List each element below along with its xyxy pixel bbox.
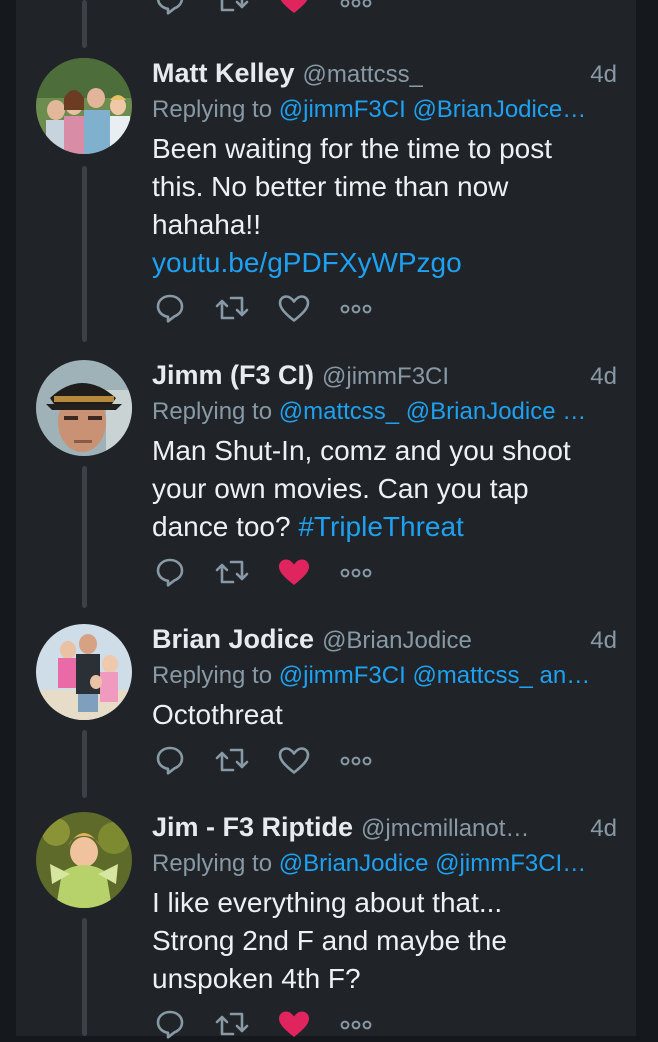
tweet-text-line: I like everything about that... bbox=[152, 887, 503, 918]
reply-icon[interactable] bbox=[152, 0, 188, 18]
reply-icon[interactable] bbox=[152, 554, 188, 590]
retweet-icon[interactable] bbox=[214, 1006, 250, 1042]
more-icon[interactable] bbox=[340, 1018, 372, 1036]
thread-line bbox=[82, 0, 87, 48]
thread-line bbox=[82, 918, 87, 1036]
retweet-icon[interactable] bbox=[214, 742, 250, 778]
tweet-text-line: Strong 2nd F and maybe the bbox=[152, 925, 507, 956]
reply-icon[interactable] bbox=[152, 742, 188, 778]
user-handle[interactable]: @jimmF3CI bbox=[322, 363, 449, 391]
retweet-icon[interactable] bbox=[214, 554, 250, 590]
replying-prefix: Replying to bbox=[152, 398, 273, 425]
replying-to: Replying to @mattcss_ @BrianJodice … bbox=[152, 398, 614, 426]
user-handle[interactable]: @mattcss_ bbox=[303, 61, 423, 89]
more-icon[interactable] bbox=[340, 302, 372, 320]
display-name[interactable]: Matt Kelley bbox=[152, 58, 295, 89]
replying-prefix: Replying to bbox=[152, 850, 273, 877]
reply-icon[interactable] bbox=[152, 1006, 188, 1042]
replying-prefix: Replying to bbox=[152, 662, 273, 689]
avatar[interactable] bbox=[36, 624, 132, 720]
replying-to: Replying to @jimmF3CI @mattcss_ an… bbox=[152, 662, 614, 690]
tweet-text-line: dance too? #TripleThreat bbox=[152, 508, 622, 546]
more-icon[interactable] bbox=[340, 754, 372, 772]
tweet-text-segment: dance too? bbox=[152, 511, 291, 542]
timestamp[interactable]: 4d bbox=[580, 61, 617, 89]
timestamp[interactable]: 4d bbox=[580, 363, 617, 391]
user-handle[interactable]: @BrianJodice bbox=[322, 627, 472, 655]
tweet-text: Octothreat bbox=[152, 696, 622, 734]
display-name[interactable]: Jimm (F3 CI) bbox=[152, 360, 314, 391]
heart-icon[interactable] bbox=[276, 0, 312, 18]
tweet-text-line: unspoken 4th F? bbox=[152, 963, 361, 994]
replying-to-users[interactable]: @BrianJodice @jimmF3CI… bbox=[279, 850, 586, 877]
heart-icon[interactable] bbox=[276, 554, 312, 590]
tweet-link[interactable]: youtu.be/gPDFXyWPzgo bbox=[152, 244, 622, 282]
tweet-text-line: Been waiting for the time to post bbox=[152, 133, 552, 164]
tweet-text-line: Octothreat bbox=[152, 699, 283, 730]
more-icon[interactable] bbox=[340, 566, 372, 584]
thread-line bbox=[82, 166, 87, 342]
tweet-text-line: Man Shut-In, comz and you shoot bbox=[152, 435, 571, 466]
heart-icon[interactable] bbox=[276, 290, 312, 326]
replying-to-users[interactable]: @jimmF3CI @mattcss_ an… bbox=[279, 662, 590, 689]
display-name[interactable]: Brian Jodice bbox=[152, 624, 314, 655]
user-handle[interactable]: @jmcmillanot… bbox=[361, 815, 529, 843]
tweet-text-line: your own movies. Can you tap bbox=[152, 473, 529, 504]
heart-icon[interactable] bbox=[276, 1006, 312, 1042]
replying-prefix: Replying to bbox=[152, 96, 273, 123]
tweet-text: Been waiting for the time to post this. … bbox=[152, 130, 622, 282]
tweet-text: Man Shut-In, comz and you shoot your own… bbox=[152, 432, 622, 546]
retweet-icon[interactable] bbox=[214, 0, 250, 18]
reply-icon[interactable] bbox=[152, 290, 188, 326]
more-icon[interactable] bbox=[340, 0, 372, 14]
timestamp[interactable]: 4d bbox=[580, 815, 617, 843]
tweet-text-line: hahaha!! bbox=[152, 209, 261, 240]
retweet-icon[interactable] bbox=[214, 290, 250, 326]
thread-line bbox=[82, 730, 87, 798]
replying-to: Replying to @BrianJodice @jimmF3CI… bbox=[152, 850, 614, 878]
tweet-text: I like everything about that... Strong 2… bbox=[152, 884, 622, 998]
avatar[interactable] bbox=[36, 812, 132, 908]
replying-to-users[interactable]: @mattcss_ @BrianJodice … bbox=[279, 398, 587, 425]
display-name[interactable]: Jim - F3 Riptide bbox=[152, 812, 353, 843]
avatar[interactable] bbox=[36, 360, 132, 456]
replying-to-users[interactable]: @jimmF3CI @BrianJodice… bbox=[279, 96, 586, 123]
avatar[interactable] bbox=[36, 58, 132, 154]
replying-to: Replying to @jimmF3CI @BrianJodice… bbox=[152, 96, 614, 124]
timestamp[interactable]: 4d bbox=[580, 627, 617, 655]
hashtag-link[interactable]: #TripleThreat bbox=[298, 511, 463, 542]
heart-icon[interactable] bbox=[276, 742, 312, 778]
tweet-text-line: this. No better time than now bbox=[152, 171, 509, 202]
thread-line bbox=[82, 466, 87, 608]
